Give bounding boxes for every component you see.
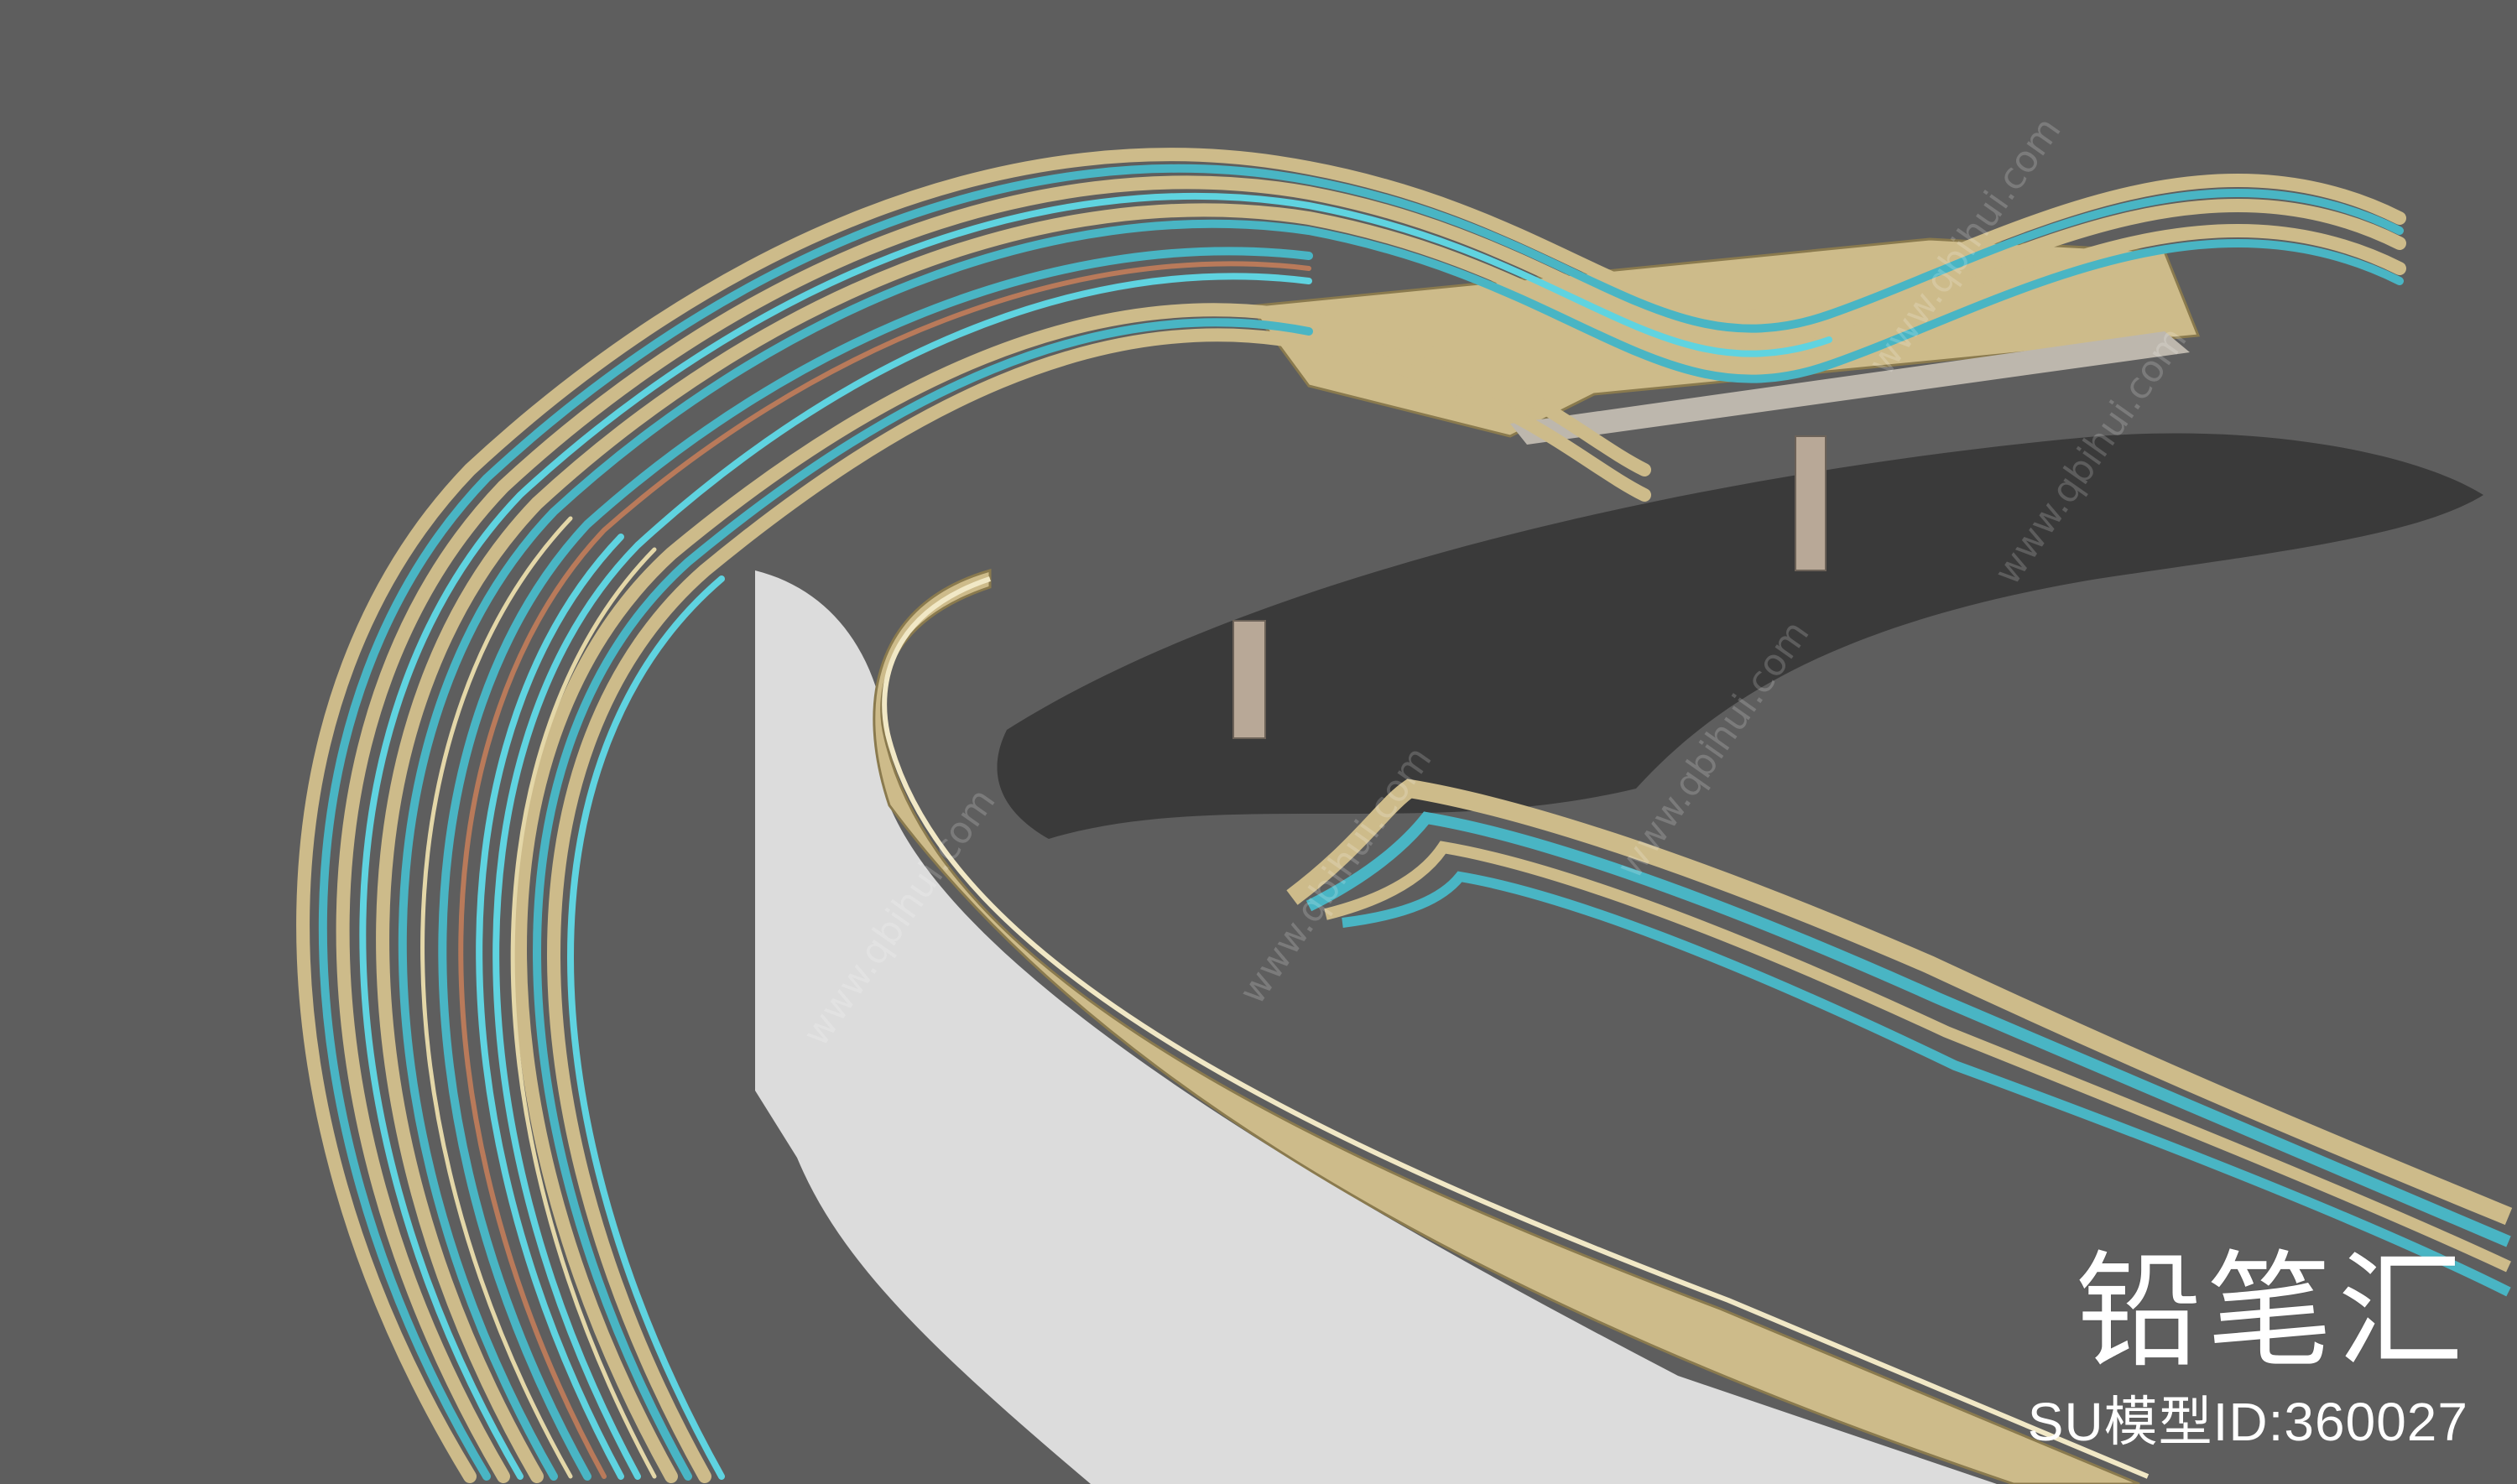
support-pillar	[1795, 435, 1827, 571]
model-viewport[interactable]: www.qbihui.com www.qbihui.com www.qbihui.c…	[0, 0, 2517, 1484]
watermark-model-id: SU模型ID:360027	[2027, 1392, 2468, 1452]
canopy-ground-shadow	[997, 433, 2483, 839]
watermark-brand: 铅笔汇	[2075, 1239, 2468, 1385]
support-pillar	[1232, 620, 1266, 739]
